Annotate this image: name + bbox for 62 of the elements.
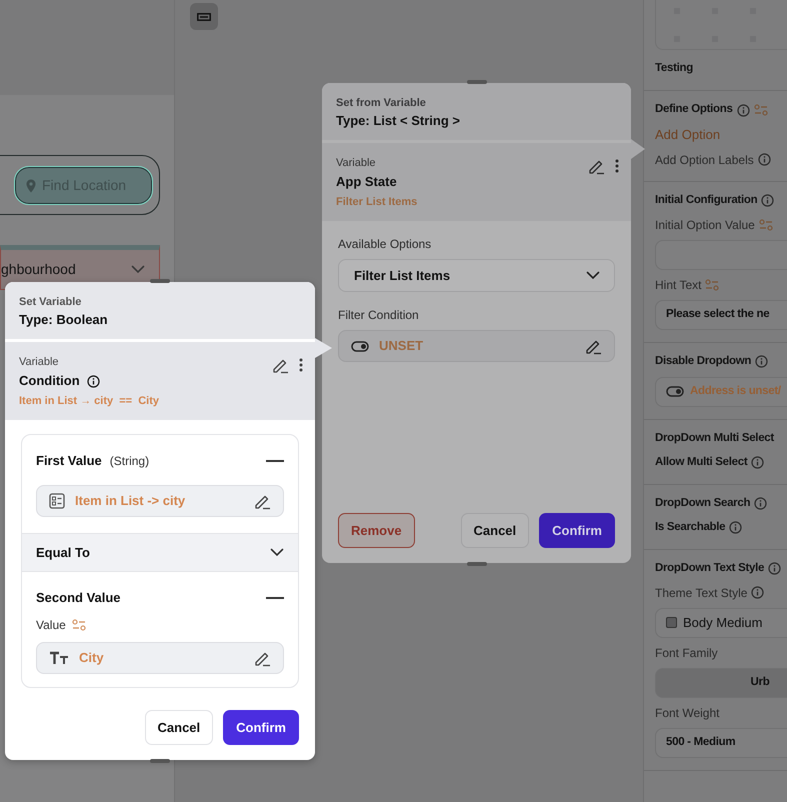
field-label: Theme Text Style — [655, 584, 748, 602]
section-heading: Initial Configuration — [655, 192, 758, 208]
toolbar-button[interactable] — [190, 3, 218, 30]
section-heading: Define Options — [655, 102, 733, 118]
variable-value: Item in List → city == City — [19, 394, 159, 409]
more-options-icon[interactable] — [615, 159, 619, 173]
options-icon — [72, 619, 86, 631]
style-select[interactable]: Body Medium — [655, 608, 787, 638]
variable-name: App State — [336, 173, 397, 191]
value-field[interactable]: Item in List -> city — [36, 485, 284, 517]
list-icon — [49, 493, 65, 509]
section-heading: Disable Dropdown — [655, 354, 752, 369]
resize-handle[interactable] — [150, 759, 170, 763]
section-heading: DropDown Search — [655, 496, 750, 511]
field-label: Font Family — [655, 644, 718, 662]
dialog-subtitle: Set from Variable — [336, 96, 427, 111]
input-field[interactable]: Please select the ne — [655, 300, 787, 330]
section-heading: Is Searchable — [655, 520, 726, 535]
field-label: Value — [36, 617, 66, 634]
variable-label: Variable — [19, 355, 59, 370]
font-family-select[interactable]: Urb — [655, 668, 787, 698]
variable-name: Condition — [19, 372, 80, 390]
value-field[interactable]: City — [36, 642, 284, 674]
field-label: Filter Condition — [338, 307, 420, 324]
field-label: Add Option Labels — [655, 152, 754, 168]
section-heading: DropDown Multi Select — [655, 430, 774, 446]
text-type-icon — [49, 651, 69, 665]
cancel-button[interactable]: Cancel — [144, 710, 214, 745]
section-heading: Allow Multi Select — [655, 454, 748, 470]
section-title: First Value — [36, 452, 102, 470]
cancel-button[interactable]: Cancel — [460, 513, 530, 548]
field-label: Font Weight — [655, 704, 720, 722]
chevron-down-icon — [131, 265, 145, 274]
type-hint: (String) — [110, 453, 150, 470]
dialog-title: Type: List < String > — [336, 112, 462, 130]
section-title: Second Value — [36, 589, 121, 608]
dialog-title: Type: Boolean — [19, 311, 109, 329]
rectangle-icon — [197, 12, 211, 20]
input-field[interactable]: 500 - Medium — [655, 728, 787, 758]
confirm-button[interactable]: Confirm — [539, 513, 615, 548]
location-pin-icon — [26, 178, 36, 192]
variable-value: Filter List Items — [336, 195, 418, 210]
variable-label: Variable — [336, 156, 376, 171]
chevron-down-icon — [586, 271, 600, 280]
resize-handle[interactable] — [150, 279, 170, 283]
dialog-subtitle: Set Variable — [19, 295, 82, 310]
field-label: Available Options — [338, 236, 432, 253]
field-label: Initial Option Value — [655, 216, 755, 234]
toggle-icon — [666, 386, 684, 397]
field-label: Hint Text — [655, 276, 702, 294]
options-select[interactable]: Filter List Items — [338, 259, 615, 292]
more-options-icon[interactable] — [299, 358, 303, 372]
section-heading: DropDown Text Style — [655, 560, 764, 576]
color-swatch — [666, 617, 677, 628]
chevron-down-icon — [270, 548, 284, 557]
section-heading: Testing — [655, 61, 693, 76]
resize-handle[interactable] — [466, 562, 486, 566]
confirm-button[interactable]: Confirm — [223, 710, 299, 745]
toggle-icon — [351, 340, 369, 352]
resize-handle[interactable] — [466, 80, 486, 84]
remove-button[interactable]: Remove — [338, 513, 415, 548]
operator-select[interactable]: Equal To — [22, 533, 298, 572]
